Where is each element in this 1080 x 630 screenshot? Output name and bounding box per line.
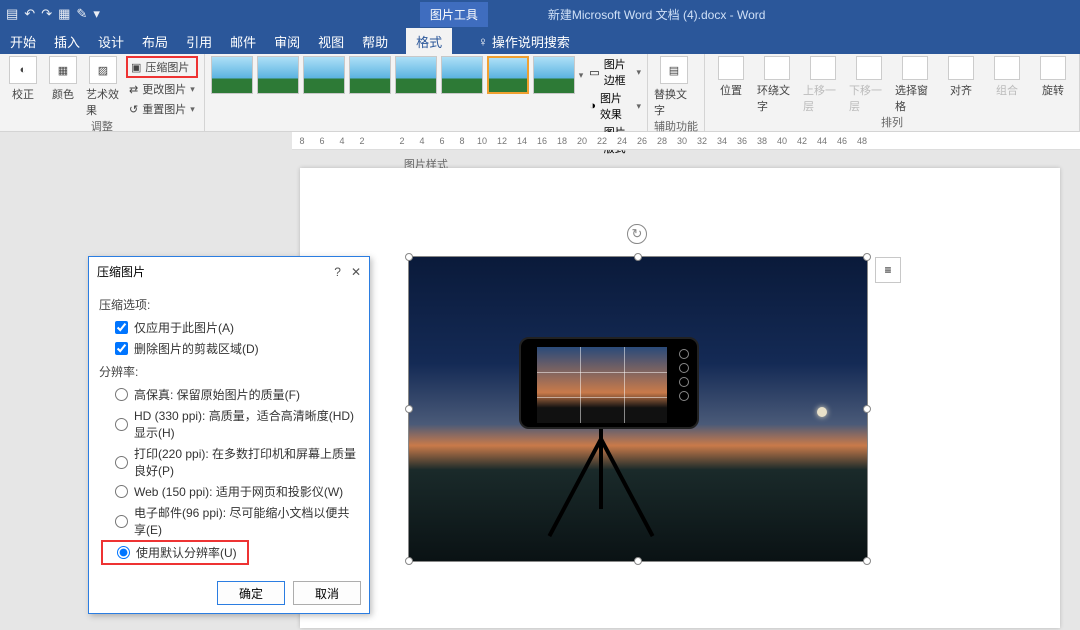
picture-style-gallery[interactable]: ▾ bbox=[211, 56, 584, 94]
contextual-tab-label: 图片工具 bbox=[420, 2, 488, 27]
resolution-default-radio[interactable]: 使用默认分辨率(U) bbox=[101, 540, 249, 565]
layout-options-icon: ≡ bbox=[884, 263, 891, 277]
compress-pictures-dialog: 压缩图片 ? ✕ 压缩选项: 仅应用于此图片(A) 删除图片的剪裁区域(D) 分… bbox=[88, 256, 370, 614]
tab-references[interactable]: 引用 bbox=[186, 32, 212, 51]
section-label: 分辨率: bbox=[99, 363, 359, 380]
change-picture-button[interactable]: ⇄更改图片▾ bbox=[126, 80, 198, 98]
group-accessibility: ▤替换文字 辅助功能 bbox=[648, 54, 705, 131]
close-icon[interactable]: ✕ bbox=[351, 265, 361, 279]
alt-text-button[interactable]: ▤替换文字 bbox=[654, 56, 694, 118]
selected-image[interactable]: ≡ bbox=[408, 256, 868, 562]
group-button[interactable]: 组合 bbox=[987, 56, 1027, 98]
help-icon[interactable]: ? bbox=[334, 265, 341, 279]
bring-forward-button[interactable]: 上移一层 bbox=[803, 56, 843, 114]
tab-insert[interactable]: 插入 bbox=[54, 32, 80, 51]
style-thumb[interactable] bbox=[349, 56, 391, 94]
qat-more-icon[interactable]: ▾ bbox=[93, 6, 100, 22]
document-title: 新建Microsoft Word 文档 (4).docx - Word bbox=[548, 6, 766, 23]
tab-format[interactable]: 格式 bbox=[406, 28, 452, 55]
ribbon: ◐校正 ▦颜色 ▨艺术效果 ▣压缩图片 ⇄更改图片▾ ↺重置图片▾ 调整 ▾ bbox=[0, 54, 1080, 132]
corrections-button[interactable]: ◐校正 bbox=[6, 56, 40, 102]
selection-pane-button[interactable]: 选择窗格 bbox=[895, 56, 935, 114]
group-arrange: 位置 环绕文字 上移一层 下移一层 选择窗格 对齐 组合 旋转 排列 bbox=[705, 54, 1080, 131]
reset-picture-button[interactable]: ↺重置图片▾ bbox=[126, 100, 198, 118]
group-adjust: ◐校正 ▦颜色 ▨艺术效果 ▣压缩图片 ⇄更改图片▾ ↺重置图片▾ 调整 bbox=[0, 54, 205, 131]
title-bar: ▤ ↶ ↷ ▦ ✎ ▾ 图片工具 新建Microsoft Word 文档 (4)… bbox=[0, 0, 1080, 28]
resize-handle[interactable] bbox=[634, 253, 642, 261]
group-label: 排列 bbox=[711, 114, 1073, 132]
resize-handle[interactable] bbox=[863, 253, 871, 261]
resize-handle[interactable] bbox=[405, 405, 413, 413]
delete-cropped-checkbox[interactable]: 删除图片的剪裁区域(D) bbox=[99, 338, 359, 359]
redo-icon[interactable]: ↷ bbox=[41, 6, 52, 22]
save-icon[interactable]: ▤ bbox=[6, 6, 18, 22]
style-thumb[interactable] bbox=[303, 56, 345, 94]
effects-icon: ◑ bbox=[589, 100, 596, 112]
artistic-effects-button[interactable]: ▨艺术效果 bbox=[86, 56, 120, 118]
color-button[interactable]: ▦颜色 bbox=[46, 56, 80, 102]
image-content bbox=[519, 337, 699, 429]
send-backward-button[interactable]: 下移一层 bbox=[849, 56, 889, 114]
quick-access-toolbar: ▤ ↶ ↷ ▦ ✎ ▾ bbox=[0, 6, 100, 22]
align-button[interactable]: 对齐 bbox=[941, 56, 981, 98]
tell-me-search[interactable]: ♀ 操作说明搜索 bbox=[478, 32, 570, 51]
layout-options-button[interactable]: ≡ bbox=[875, 257, 901, 283]
ribbon-tabs: 开始 插入 设计 布局 引用 邮件 审阅 视图 帮助 格式 ♀ 操作说明搜索 bbox=[0, 28, 1080, 54]
section-label: 压缩选项: bbox=[99, 296, 359, 313]
change-picture-icon: ⇄ bbox=[129, 83, 138, 96]
picture-effects-button[interactable]: ◑图片效果▾ bbox=[589, 90, 641, 122]
gallery-more-icon[interactable]: ▾ bbox=[579, 70, 584, 81]
border-icon: ▭ bbox=[589, 66, 599, 79]
tab-layout[interactable]: 布局 bbox=[142, 32, 168, 51]
rotate-button[interactable]: 旋转 bbox=[1033, 56, 1073, 98]
group-picture-styles: ▾ ▭图片边框▾ ◑图片效果▾ ▥图片版式▾ 图片样式 bbox=[205, 54, 648, 131]
resize-handle[interactable] bbox=[863, 405, 871, 413]
wrap-text-button[interactable]: 环绕文字 bbox=[757, 56, 797, 114]
lightbulb-icon: ♀ bbox=[478, 34, 488, 49]
tell-me-label: 操作说明搜索 bbox=[492, 32, 570, 51]
resolution-hifi-radio[interactable]: 高保真: 保留原始图片的质量(F) bbox=[99, 384, 359, 405]
resolution-email-radio[interactable]: 电子邮件(96 ppi): 尽可能缩小文档以便共享(E) bbox=[99, 502, 359, 540]
apply-only-checkbox[interactable]: 仅应用于此图片(A) bbox=[99, 317, 359, 338]
compress-icon: ▣ bbox=[131, 61, 141, 74]
style-thumb[interactable] bbox=[533, 56, 575, 94]
undo-icon[interactable]: ↶ bbox=[24, 6, 35, 22]
style-thumb[interactable] bbox=[211, 56, 253, 94]
resolution-print-radio[interactable]: 打印(220 ppi): 在多数打印机和屏幕上质量良好(P) bbox=[99, 443, 359, 481]
reset-icon: ↺ bbox=[129, 103, 138, 116]
resize-handle[interactable] bbox=[405, 557, 413, 565]
position-button[interactable]: 位置 bbox=[711, 56, 751, 98]
tab-home[interactable]: 开始 bbox=[10, 32, 36, 51]
tab-design[interactable]: 设计 bbox=[98, 32, 124, 51]
resize-handle[interactable] bbox=[863, 557, 871, 565]
ok-button[interactable]: 确定 bbox=[217, 581, 285, 605]
cancel-button[interactable]: 取消 bbox=[293, 581, 361, 605]
group-label: 调整 bbox=[6, 118, 198, 136]
resolution-web-radio[interactable]: Web (150 ppi): 适用于网页和投影仪(W) bbox=[99, 481, 359, 502]
qat-icon[interactable]: ▦ bbox=[58, 6, 70, 22]
tab-help[interactable]: 帮助 bbox=[362, 32, 388, 51]
tab-review[interactable]: 审阅 bbox=[274, 32, 300, 51]
resize-handle[interactable] bbox=[405, 253, 413, 261]
horizontal-ruler[interactable]: 8642246810121416182022242628303234363840… bbox=[292, 132, 1080, 150]
rotate-handle-icon[interactable]: ↻ bbox=[627, 224, 647, 244]
tab-view[interactable]: 视图 bbox=[318, 32, 344, 51]
style-thumb[interactable] bbox=[441, 56, 483, 94]
tab-mail[interactable]: 邮件 bbox=[230, 32, 256, 51]
qat-icon[interactable]: ✎ bbox=[76, 6, 87, 22]
style-thumb[interactable] bbox=[257, 56, 299, 94]
picture-border-button[interactable]: ▭图片边框▾ bbox=[589, 56, 641, 88]
style-thumb[interactable] bbox=[395, 56, 437, 94]
resolution-hd-radio[interactable]: HD (330 ppi): 高质量，适合高清晰度(HD)显示(H) bbox=[99, 405, 359, 443]
style-thumb[interactable] bbox=[487, 56, 529, 94]
dialog-title: 压缩图片 bbox=[97, 263, 145, 280]
compress-pictures-button[interactable]: ▣压缩图片 bbox=[126, 56, 198, 78]
resize-handle[interactable] bbox=[634, 557, 642, 565]
